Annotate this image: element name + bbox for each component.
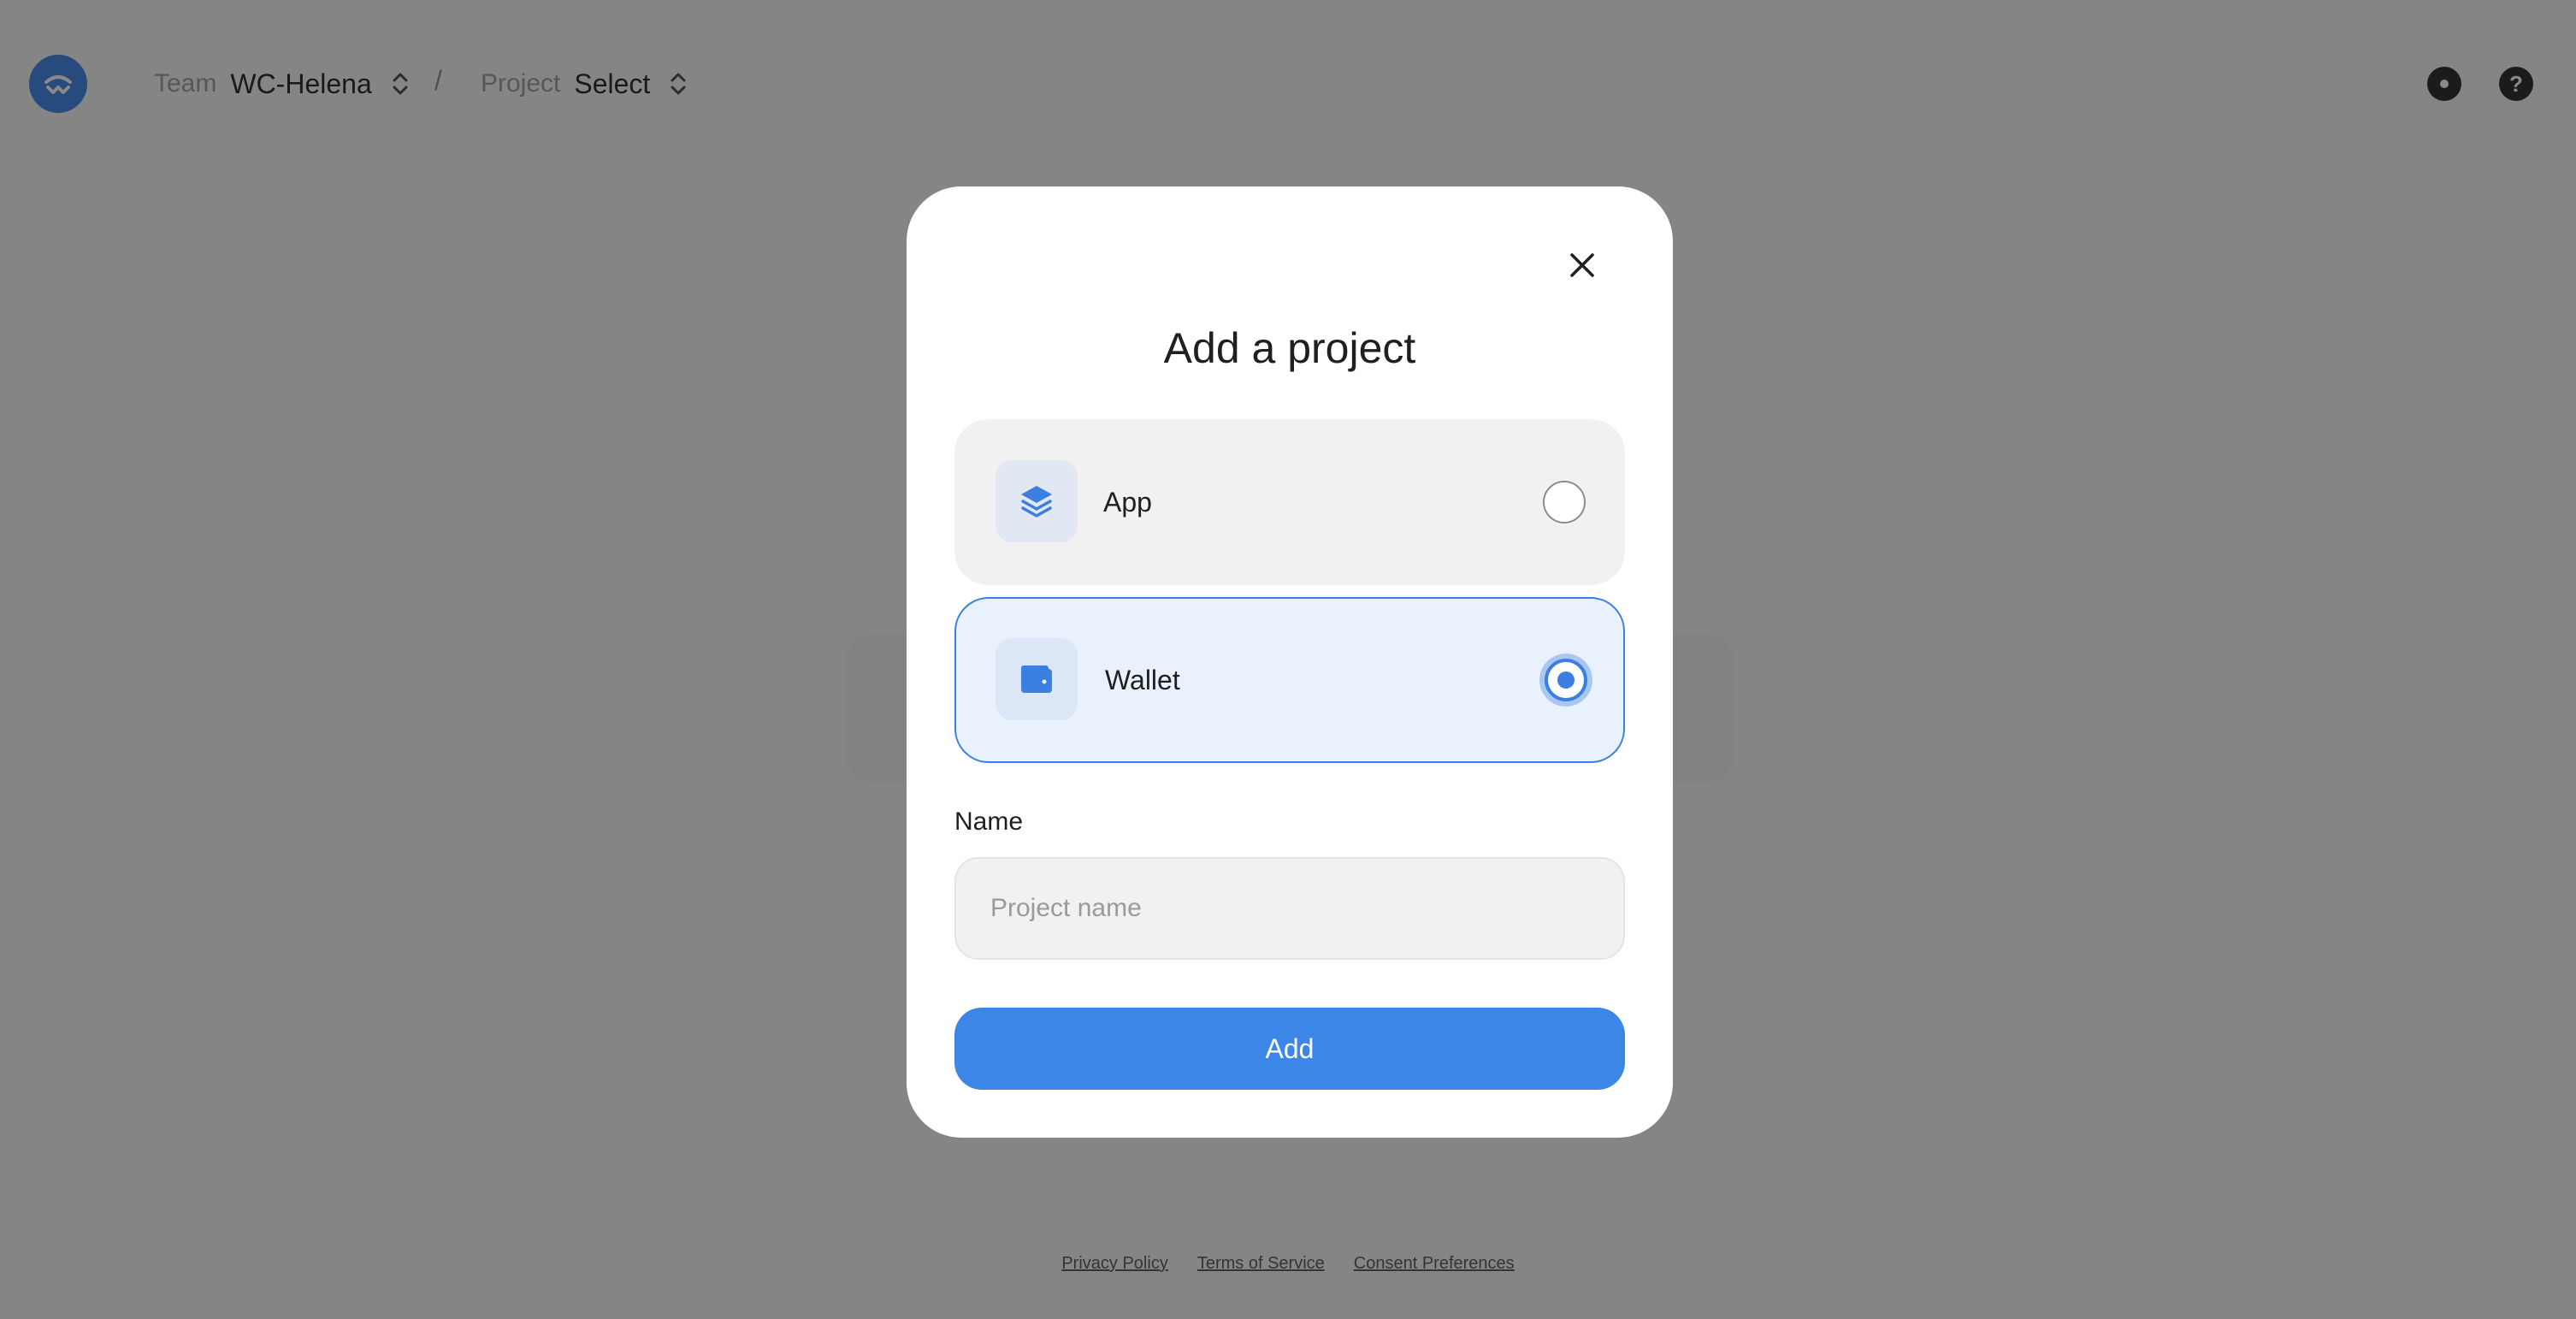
add-button[interactable]: Add: [954, 1008, 1625, 1090]
project-type-wallet-option[interactable]: Wallet: [954, 597, 1625, 763]
name-field-label: Name: [954, 807, 1024, 836]
wallet-radio[interactable]: [1545, 659, 1587, 701]
option-label: App: [1103, 486, 1152, 518]
layers-icon: [996, 460, 1078, 542]
radio-selected-dot: [1557, 671, 1575, 689]
option-label: Wallet: [1105, 664, 1180, 695]
wallet-icon: [996, 638, 1078, 720]
close-icon[interactable]: [1565, 248, 1599, 282]
project-type-app-option[interactable]: App: [954, 419, 1625, 585]
modal-title: Add a project: [1163, 324, 1416, 372]
project-name-input[interactable]: [954, 857, 1625, 960]
app-radio[interactable]: [1543, 481, 1586, 523]
add-project-modal: Add a project App Wallet Name Add: [907, 186, 1673, 1138]
